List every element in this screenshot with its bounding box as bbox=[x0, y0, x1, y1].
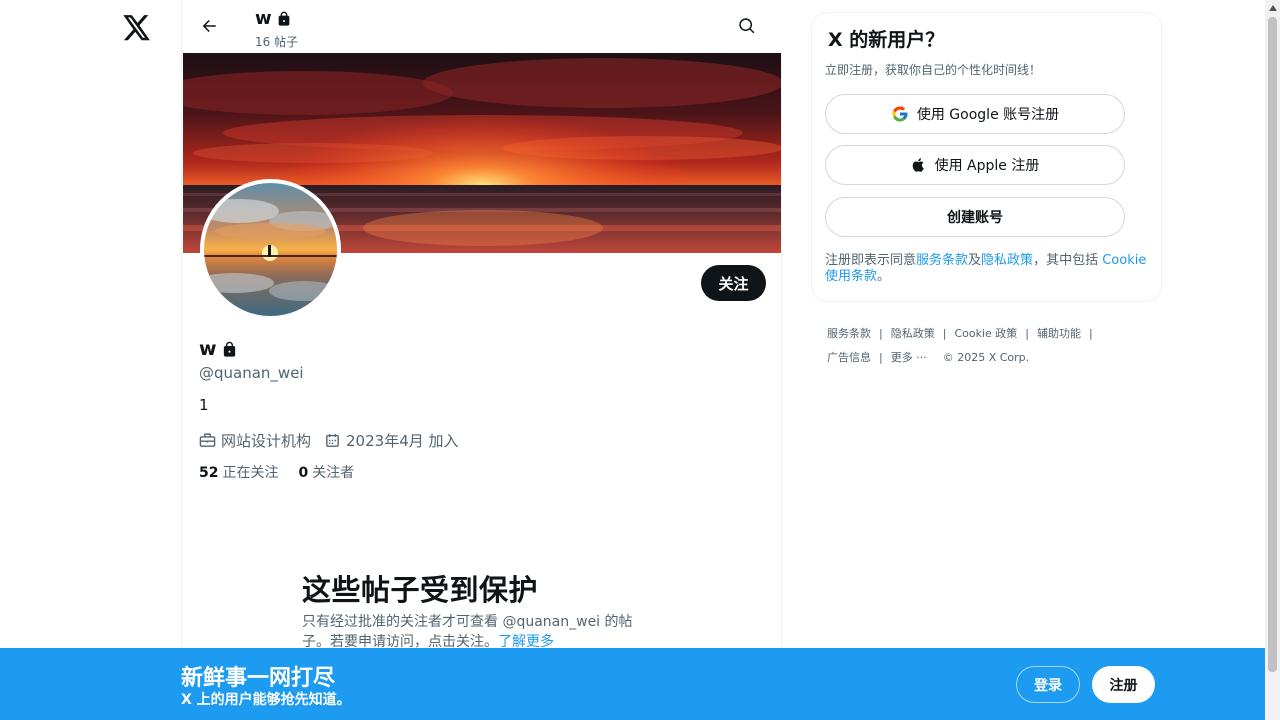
search-icon bbox=[739, 18, 755, 34]
signup-card: X 的新用户？ 立即注册，获取你自己的个性化时间线！ 使用 Google 账号注… bbox=[811, 12, 1162, 302]
profile-stats: 52 正在关注 0 关注者 bbox=[199, 462, 354, 482]
footer-separator: | bbox=[1025, 327, 1029, 340]
create-account-button[interactable]: 创建账号 bbox=[825, 197, 1125, 237]
briefcase-icon bbox=[199, 433, 216, 447]
footer-copyright: © 2025 X Corp. bbox=[942, 351, 1030, 364]
terms-including: ，其中包括 bbox=[1033, 253, 1103, 268]
footer-cookie-link[interactable]: Cookie 政策 bbox=[954, 327, 1017, 340]
footer-tos-link[interactable]: 服务条款 bbox=[827, 327, 871, 340]
profile-category: 网站设计机构 bbox=[199, 430, 311, 451]
following-link[interactable]: 52 正在关注 bbox=[199, 462, 278, 482]
footer-more-link[interactable]: 更多 ··· bbox=[891, 351, 927, 364]
profile-bio: 1 bbox=[199, 396, 209, 414]
footer-separator: | bbox=[1089, 327, 1093, 340]
bottom-bar-title: 新鲜事一网打尽 bbox=[181, 666, 336, 691]
google-signup-button[interactable]: 使用 Google 账号注册 bbox=[825, 94, 1125, 134]
footer-links: 服务条款 | 隐私政策 | Cookie 政策 | 辅助功能 | 广告信息 | 更多 ··· © 2… bbox=[827, 322, 1127, 370]
terms-period: 。 bbox=[877, 269, 891, 284]
terms-and: 及 bbox=[968, 253, 982, 268]
google-icon bbox=[892, 106, 908, 122]
footer-ads-link[interactable]: 广告信息 bbox=[827, 351, 871, 364]
follow-button[interactable]: 关注 bbox=[701, 265, 766, 301]
signup-button[interactable]: 注册 bbox=[1092, 666, 1155, 703]
back-arrow-icon bbox=[202, 20, 216, 32]
footer-privacy-link[interactable]: 隐私政策 bbox=[891, 327, 935, 340]
footer-row-2: 广告信息 | 更多 ··· © 2025 X Corp. bbox=[827, 346, 1127, 370]
header-name-text: w bbox=[255, 8, 272, 29]
scroll-up-arrow-icon[interactable] bbox=[1265, 0, 1280, 15]
scroll-thumb[interactable] bbox=[1268, 17, 1277, 672]
calendar-icon bbox=[326, 434, 339, 447]
privacy-link[interactable]: 隐私政策 bbox=[981, 253, 1033, 268]
protected-title: 这些帖子受到保护 bbox=[302, 573, 539, 607]
apple-signup-button[interactable]: 使用 Apple 注册 bbox=[825, 145, 1125, 185]
lock-icon bbox=[223, 341, 235, 357]
footer-separator: | bbox=[879, 327, 883, 340]
footer-accessibility-link[interactable]: 辅助功能 bbox=[1037, 327, 1081, 340]
google-signup-label: 使用 Google 账号注册 bbox=[916, 107, 1060, 123]
signup-card-subtitle: 立即注册，获取你自己的个性化时间线！ bbox=[825, 63, 1042, 77]
footer-separator: | bbox=[879, 351, 883, 364]
page-scrollbar[interactable] bbox=[1265, 0, 1280, 720]
bottom-bar-subtitle: X 上的用户能够抢先知道。 bbox=[181, 692, 351, 708]
profile-meta: 网站设计机构 2023年4月 加入 bbox=[199, 430, 472, 451]
protected-text-body: 只有经过批准的关注者才可查看 @quanan_wei 的帖子。若要申请访问，点击… bbox=[302, 614, 633, 650]
lock-icon bbox=[278, 11, 289, 26]
protected-text: 只有经过批准的关注者才可查看 @quanan_wei 的帖子。若要申请访问，点击… bbox=[302, 612, 647, 652]
search-button[interactable] bbox=[732, 11, 762, 41]
x-logo-icon[interactable] bbox=[119, 10, 155, 46]
apple-icon bbox=[912, 158, 924, 172]
avatar[interactable] bbox=[200, 179, 341, 320]
bottom-signup-bar: 新鲜事一网打尽 X 上的用户能够抢先知道。 登录 注册 bbox=[0, 648, 1265, 720]
signup-terms: 注册即表示同意服务条款及隐私政策，其中包括 Cookie 使用条款。 bbox=[825, 253, 1155, 285]
profile-name-text: w bbox=[199, 338, 217, 360]
following-count: 52 bbox=[199, 465, 219, 481]
header-name: w bbox=[255, 8, 292, 29]
profile-handle: @quanan_wei bbox=[199, 364, 304, 382]
terms-prefix: 注册即表示同意 bbox=[825, 253, 917, 268]
post-count: 16 帖子 bbox=[255, 35, 299, 49]
followers-label: 关注者 bbox=[312, 465, 355, 481]
profile-category-text: 网站设计机构 bbox=[221, 432, 312, 450]
followers-link[interactable]: 0 关注者 bbox=[298, 462, 354, 482]
create-account-label: 创建账号 bbox=[947, 210, 1003, 226]
apple-signup-label: 使用 Apple 注册 bbox=[934, 158, 1040, 174]
footer-row-1: 服务条款 | 隐私政策 | Cookie 政策 | 辅助功能 | bbox=[827, 322, 1127, 346]
footer-separator: | bbox=[942, 327, 947, 340]
profile-joined: 2023年4月 加入 bbox=[324, 430, 459, 451]
profile-header-bar: w 16 帖子 bbox=[182, 0, 782, 53]
terms-link[interactable]: 服务条款 bbox=[916, 253, 968, 268]
login-button[interactable]: 登录 bbox=[1016, 666, 1080, 703]
signup-card-title: X 的新用户？ bbox=[828, 29, 945, 51]
followers-count: 0 bbox=[298, 465, 309, 481]
following-label: 正在关注 bbox=[222, 465, 279, 481]
back-button[interactable] bbox=[194, 11, 224, 41]
profile-joined-text: 2023年4月 加入 bbox=[346, 432, 459, 450]
profile-column: w 16 帖子 关注 w @quanan_wei 1 网站设计机构 2023年4… bbox=[181, 0, 782, 720]
profile-name: w bbox=[199, 338, 238, 360]
